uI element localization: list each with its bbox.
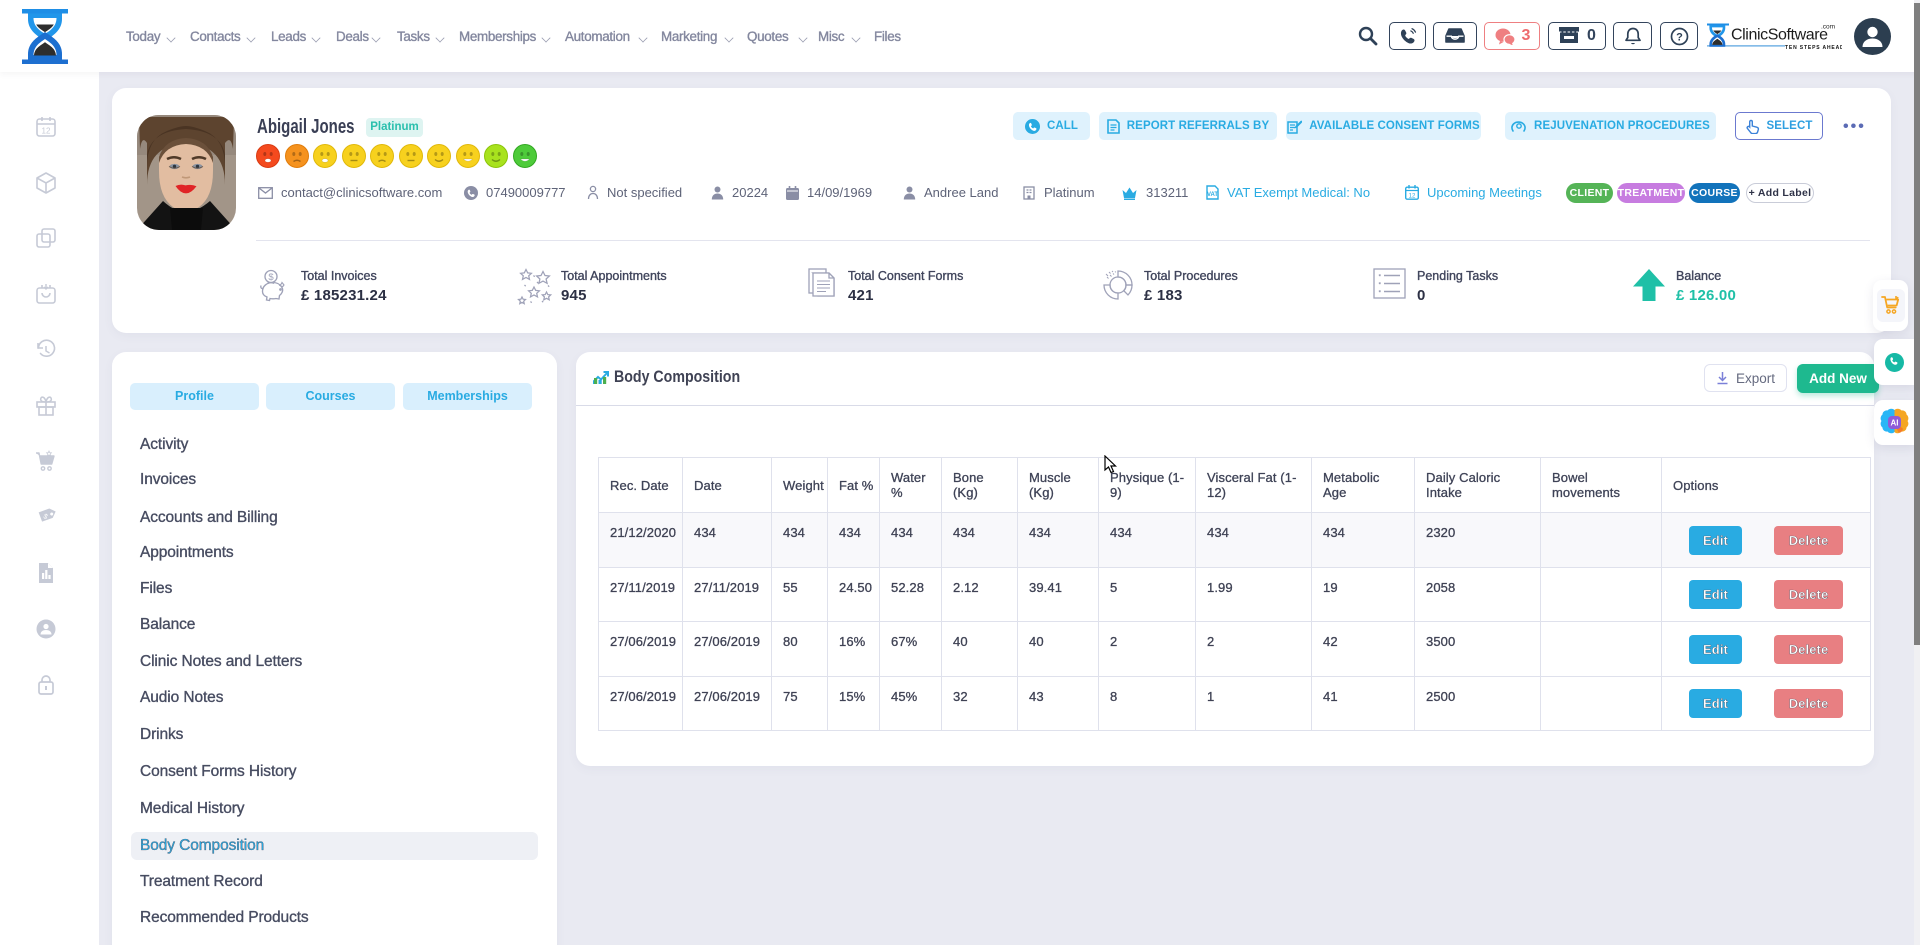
svg-text:12: 12 bbox=[1409, 194, 1416, 200]
svg-text:.com: .com bbox=[1821, 24, 1835, 31]
svg-text:12: 12 bbox=[42, 127, 51, 136]
svg-text:?: ? bbox=[1676, 31, 1683, 43]
svg-text:AI: AI bbox=[1891, 419, 1899, 428]
svg-text:ClinicSoftware: ClinicSoftware bbox=[1731, 27, 1828, 44]
svg-text:VAT: VAT bbox=[1207, 192, 1218, 198]
svg-text:TEN STEPS AHEAD: TEN STEPS AHEAD bbox=[1785, 45, 1842, 50]
svg-text:$: $ bbox=[268, 272, 274, 283]
